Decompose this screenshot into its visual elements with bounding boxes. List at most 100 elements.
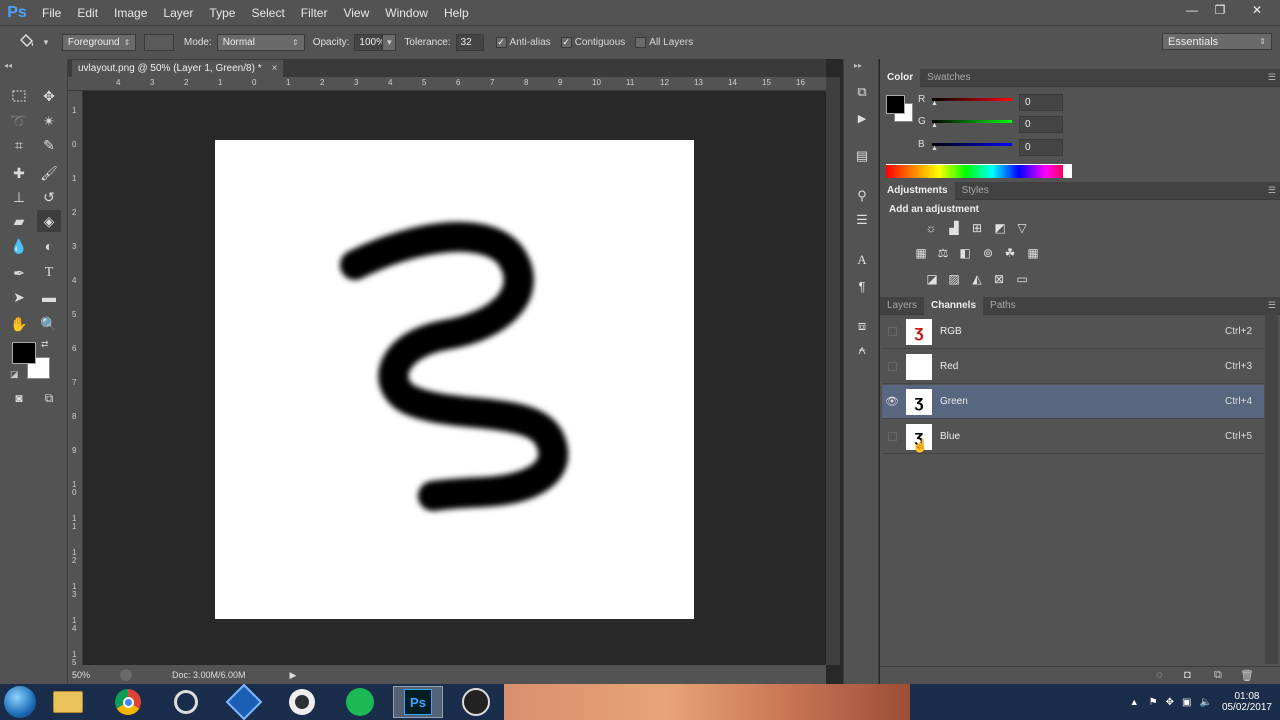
- all-layers-option[interactable]: All Layers: [635, 37, 693, 48]
- paint-bucket-tool-icon[interactable]: [18, 33, 42, 53]
- workspace-select[interactable]: Essentials ⇕: [1162, 33, 1272, 50]
- ark-client-icon[interactable]: [219, 683, 269, 720]
- swap-colors-icon[interactable]: ⇄: [41, 339, 49, 350]
- channel-mixer-icon[interactable]: ☘: [1002, 246, 1018, 260]
- color-panel-menu-icon[interactable]: ☰: [1268, 72, 1276, 83]
- black-white-icon[interactable]: ◧: [957, 246, 973, 260]
- layer-comps-panel-icon[interactable]: ⧈: [852, 317, 872, 335]
- menu-view[interactable]: View: [335, 6, 377, 20]
- new-channel-icon[interactable]: ⧉: [1214, 669, 1222, 682]
- opacity-slider-button[interactable]: ▼: [382, 34, 397, 51]
- save-selection-channel-icon[interactable]: ◘: [1184, 669, 1191, 681]
- zoom-tool-icon[interactable]: 🔍: [37, 313, 61, 335]
- start-button[interactable]: [0, 686, 40, 718]
- action-center-flag-icon[interactable]: ⚑: [1149, 697, 1158, 708]
- status-menu-arrow-icon[interactable]: ▶: [290, 670, 297, 681]
- history-panel-icon[interactable]: ⧉: [852, 83, 872, 101]
- adjustments-panel-menu-icon[interactable]: ☰: [1268, 185, 1276, 196]
- hand-tool-icon[interactable]: ✋: [7, 313, 31, 335]
- tab-paths[interactable]: Paths: [983, 297, 1023, 315]
- contiguous-option[interactable]: ✓ Contiguous: [560, 37, 625, 48]
- tab-swatches[interactable]: Swatches: [920, 69, 977, 87]
- tool-preset-chevron-icon[interactable]: ▼: [42, 38, 50, 47]
- tab-color[interactable]: Color: [880, 68, 921, 87]
- dock-collapse-icon[interactable]: ▸▸: [854, 61, 862, 70]
- color-spectrum-bar[interactable]: [886, 164, 1072, 178]
- menu-file[interactable]: File: [34, 6, 69, 20]
- channel-row-red[interactable]: Red Ctrl+3: [882, 350, 1264, 384]
- red-slider[interactable]: [932, 98, 1012, 101]
- visibility-toggle[interactable]: [882, 432, 902, 441]
- dropbox-icon[interactable]: ✥: [1166, 697, 1174, 708]
- zoom-level[interactable]: 50%: [72, 670, 112, 680]
- document-tab[interactable]: uvlayout.png @ 50% (Layer 1, Green/8) * …: [72, 60, 284, 77]
- menu-type[interactable]: Type: [201, 6, 243, 20]
- blue-slider-handle-icon[interactable]: ▲: [931, 145, 938, 152]
- red-slider-handle-icon[interactable]: ▲: [931, 100, 938, 107]
- fill-source-select[interactable]: Foreground ⇕: [61, 34, 136, 51]
- tolerance-input[interactable]: 32: [455, 34, 484, 51]
- selective-color-icon[interactable]: ⊠: [991, 272, 1007, 286]
- quick-mask-icon[interactable]: ◙: [7, 387, 31, 409]
- volume-icon[interactable]: 🔈: [1199, 697, 1211, 708]
- opacity-input[interactable]: 100%: [354, 34, 385, 51]
- panel-foreground-swatch[interactable]: [886, 95, 905, 114]
- all-layers-checkbox[interactable]: [635, 37, 647, 48]
- brightness-contrast-icon[interactable]: ☼: [923, 221, 939, 235]
- vibrance-icon[interactable]: ▽: [1014, 221, 1030, 235]
- antialias-option[interactable]: ✓ Anti-alias: [495, 37, 551, 48]
- marquee-tool-icon[interactable]: [7, 85, 31, 107]
- lasso-tool-icon[interactable]: ➰: [7, 110, 31, 132]
- menu-image[interactable]: Image: [106, 6, 155, 20]
- dodge-tool-icon[interactable]: ◐: [37, 235, 61, 257]
- exposure-icon[interactable]: ◩: [992, 221, 1008, 235]
- type-tool-icon[interactable]: T: [37, 262, 61, 284]
- network-icon[interactable]: ▣: [1182, 697, 1191, 708]
- threshold-icon[interactable]: ◭: [969, 272, 985, 286]
- curves-icon[interactable]: ⊞: [969, 221, 985, 235]
- status-info-icon[interactable]: [120, 669, 132, 681]
- channel-row-blue[interactable]: ʒ Blue Ctrl+5: [882, 420, 1264, 454]
- mode-select[interactable]: Normal ⇕: [216, 34, 305, 51]
- brush-presets-panel-icon[interactable]: ☰: [852, 211, 872, 229]
- delete-channel-icon[interactable]: 🗑: [1240, 669, 1254, 682]
- visibility-toggle[interactable]: [882, 362, 902, 371]
- rectangle-tool-icon[interactable]: ▬: [37, 286, 61, 308]
- blur-tool-icon[interactable]: 💧: [7, 235, 31, 257]
- brush-tool-icon[interactable]: 🖌: [37, 162, 61, 184]
- pen-tool-icon[interactable]: ✒: [7, 262, 31, 284]
- move-tool-icon[interactable]: ✥: [37, 85, 61, 107]
- hue-saturation-icon[interactable]: ▦: [913, 246, 929, 260]
- discord-icon[interactable]: [277, 686, 327, 718]
- pattern-picker[interactable]: [143, 34, 174, 51]
- photoshop-taskbar-icon[interactable]: Ps: [393, 686, 443, 718]
- contiguous-checkbox[interactable]: ✓: [560, 37, 572, 48]
- document-vertical-scrollbar[interactable]: [826, 77, 840, 665]
- color-balance-icon[interactable]: ⚖: [935, 246, 951, 260]
- steam-icon[interactable]: [161, 686, 211, 718]
- restore-button[interactable]: ❐: [1206, 0, 1234, 20]
- green-slider-handle-icon[interactable]: ▲: [931, 122, 938, 129]
- channel-row-rgb[interactable]: ʒ RGB Ctrl+2: [882, 315, 1264, 349]
- menu-filter[interactable]: Filter: [293, 6, 336, 20]
- posterize-icon[interactable]: ▨: [946, 272, 962, 286]
- show-hidden-icons-icon[interactable]: ▲: [1130, 697, 1139, 707]
- menu-window[interactable]: Window: [377, 6, 436, 20]
- history-brush-tool-icon[interactable]: ↺: [37, 186, 61, 208]
- clone-stamp-tool-icon[interactable]: ⊥: [7, 186, 31, 208]
- clock[interactable]: 01:08 05/02/2017: [1222, 691, 1272, 713]
- magic-wand-tool-icon[interactable]: ✴: [37, 110, 61, 132]
- red-value-input[interactable]: 0: [1019, 94, 1063, 111]
- screen-mode-icon[interactable]: ⧉: [37, 387, 61, 409]
- close-button[interactable]: ✕: [1234, 0, 1280, 20]
- obs-icon[interactable]: [451, 686, 501, 718]
- file-explorer-icon[interactable]: [43, 686, 93, 718]
- brush-panel-icon[interactable]: ⚲: [852, 187, 872, 205]
- gradient-map-icon[interactable]: ▭: [1014, 272, 1030, 286]
- character-panel-icon[interactable]: A: [852, 251, 872, 269]
- healing-brush-tool-icon[interactable]: ✚: [7, 162, 31, 184]
- tab-channels[interactable]: Channels: [924, 296, 984, 315]
- properties-panel-icon[interactable]: ▤: [852, 147, 872, 165]
- visibility-toggle[interactable]: [882, 327, 902, 336]
- spotify-icon[interactable]: [335, 686, 385, 718]
